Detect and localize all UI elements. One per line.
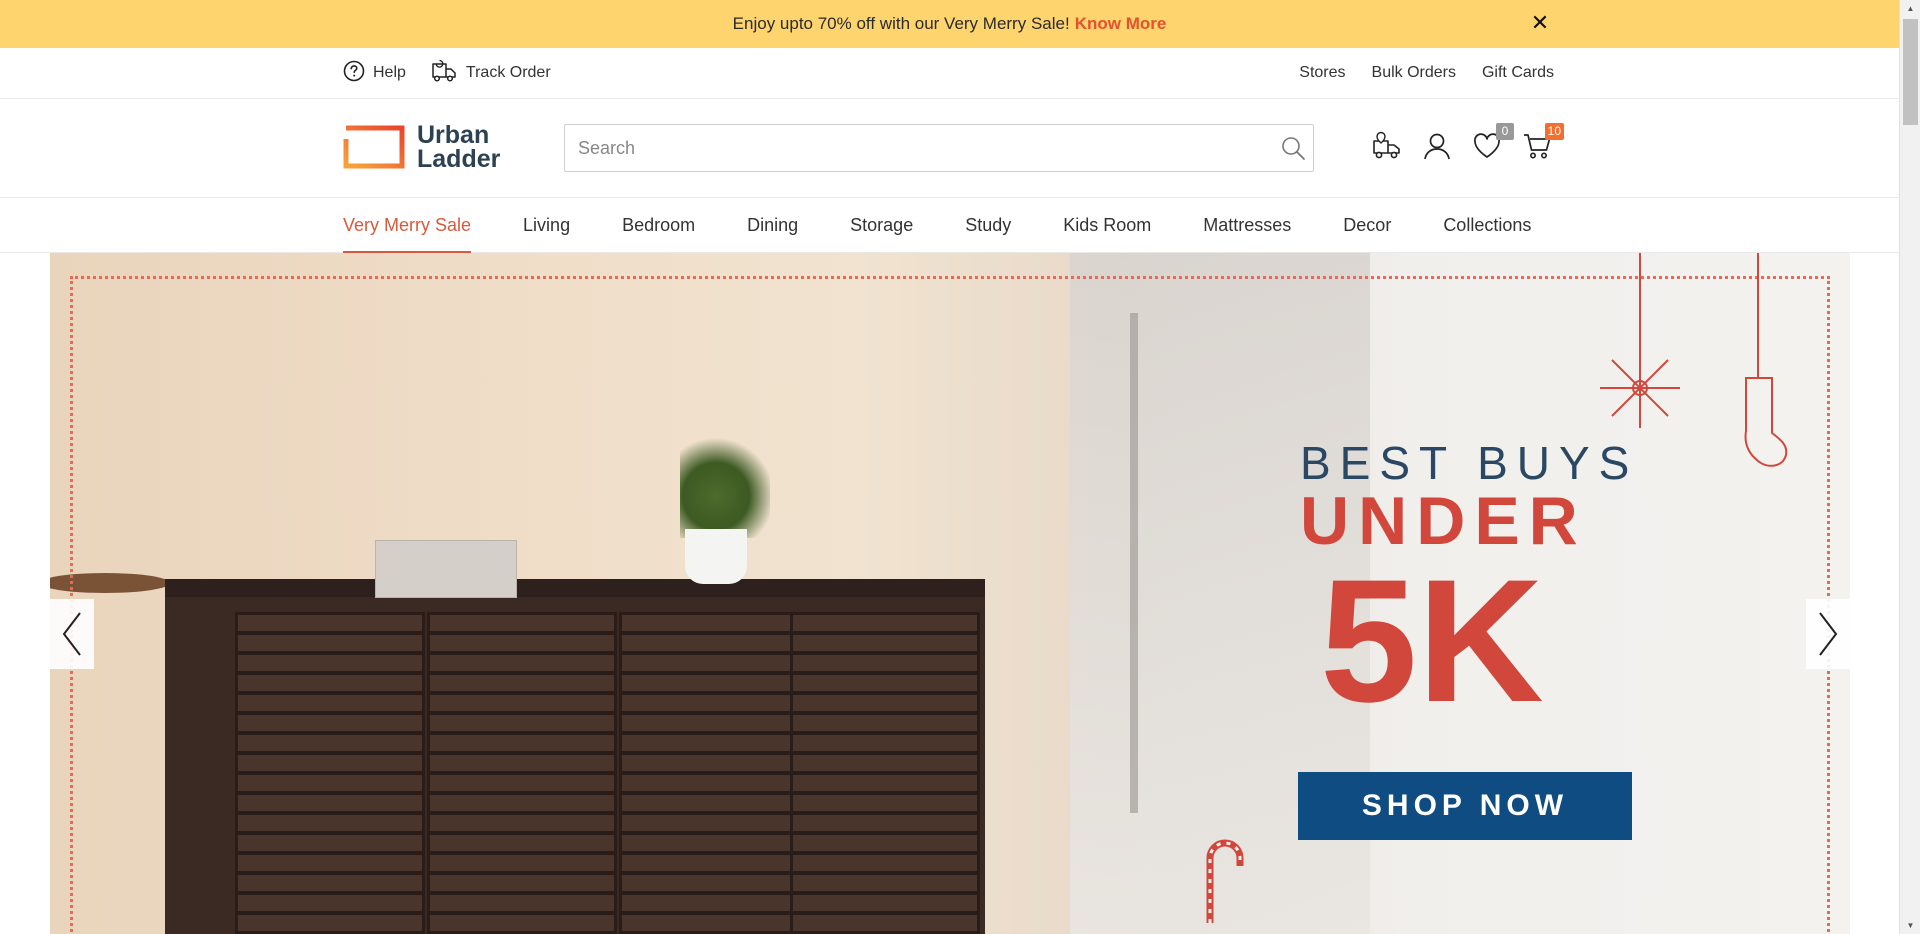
nav-item-mattresses[interactable]: Mattresses — [1203, 198, 1291, 253]
gift-cards-link[interactable]: Gift Cards — [1482, 64, 1554, 82]
know-more-link[interactable]: Know More — [1075, 14, 1167, 34]
logo-text: Urban Ladder — [417, 121, 501, 173]
scrollbar-thumb[interactable] — [1903, 19, 1918, 125]
hero-line-3: 5K — [1320, 544, 1544, 739]
logo-mark-icon — [343, 125, 405, 169]
help-circle-icon — [343, 60, 365, 87]
carousel-prev-button[interactable] — [50, 599, 94, 669]
nav-item-very-merry-sale[interactable]: Very Merry Sale — [343, 198, 472, 253]
close-icon[interactable]: ✕ — [1528, 11, 1552, 35]
chevron-left-icon — [62, 612, 81, 656]
logo-line-1: Urban — [417, 121, 490, 149]
user-profile-icon[interactable] — [1420, 129, 1454, 163]
cart-count-badge: 10 — [1544, 123, 1564, 140]
nav-item-dining[interactable]: Dining — [747, 198, 798, 253]
help-label: Help — [373, 64, 406, 81]
wishlist-icon[interactable]: 0 — [1470, 123, 1514, 163]
search-icon[interactable] — [1273, 126, 1313, 170]
logo-line-2: Ladder — [417, 145, 501, 173]
wishlist-count-badge: 0 — [1496, 123, 1514, 140]
nav-item-bedroom[interactable]: Bedroom — [622, 198, 695, 253]
scroll-down-icon[interactable]: ▼ — [1900, 917, 1920, 934]
search-bar — [564, 124, 1314, 172]
bulk-orders-link[interactable]: Bulk Orders — [1372, 64, 1456, 82]
chevron-right-icon — [1819, 612, 1838, 656]
snowflake-ornament-icon — [1600, 253, 1680, 428]
shop-now-button[interactable]: SHOP NOW — [1298, 772, 1632, 840]
track-order-label: Track Order — [465, 64, 551, 81]
scroll-up-icon[interactable]: ▲ — [1900, 0, 1920, 17]
candy-cane-icon — [1206, 839, 1244, 923]
truck-icon — [430, 58, 458, 89]
nav-item-collections[interactable]: Collections — [1443, 198, 1531, 253]
promo-banner: Enjoy upto 70% off with our Very Merry S… — [0, 0, 1899, 48]
stores-link[interactable]: Stores — [1299, 64, 1345, 82]
search-input[interactable] — [565, 126, 1273, 170]
urban-ladder-logo[interactable]: Urban Ladder — [343, 121, 501, 173]
page-scrollbar[interactable]: ▲ ▼ — [1899, 0, 1920, 934]
hero-headline: BEST BUYS UNDER 5K — [1300, 438, 1660, 729]
store-locator-icon[interactable] — [1370, 129, 1404, 163]
utility-bar: Help Track Order Stores Bulk Orders Gift… — [0, 48, 1899, 99]
category-nav: Very Merry Sale Living Bedroom Dining St… — [0, 198, 1899, 253]
nav-item-decor[interactable]: Decor — [1343, 198, 1391, 253]
stocking-ornament-icon — [1744, 253, 1788, 467]
hero-banner[interactable]: BEST BUYS UNDER 5K SHOP NOW — [50, 253, 1850, 934]
hero-line-1: BEST BUYS — [1300, 437, 1639, 489]
nav-item-study[interactable]: Study — [965, 198, 1011, 253]
help-link[interactable]: Help — [343, 60, 406, 87]
nav-item-living[interactable]: Living — [523, 198, 570, 253]
track-order-link[interactable]: Track Order — [430, 58, 551, 89]
nav-item-storage[interactable]: Storage — [850, 198, 913, 253]
nav-item-kids-room[interactable]: Kids Room — [1063, 198, 1151, 253]
promo-text: Enjoy upto 70% off with our Very Merry S… — [732, 14, 1070, 33]
carousel-next-button[interactable] — [1806, 599, 1850, 669]
main-header: Urban Ladder 0 10 — [0, 99, 1899, 198]
cart-icon[interactable]: 10 — [1520, 123, 1564, 163]
